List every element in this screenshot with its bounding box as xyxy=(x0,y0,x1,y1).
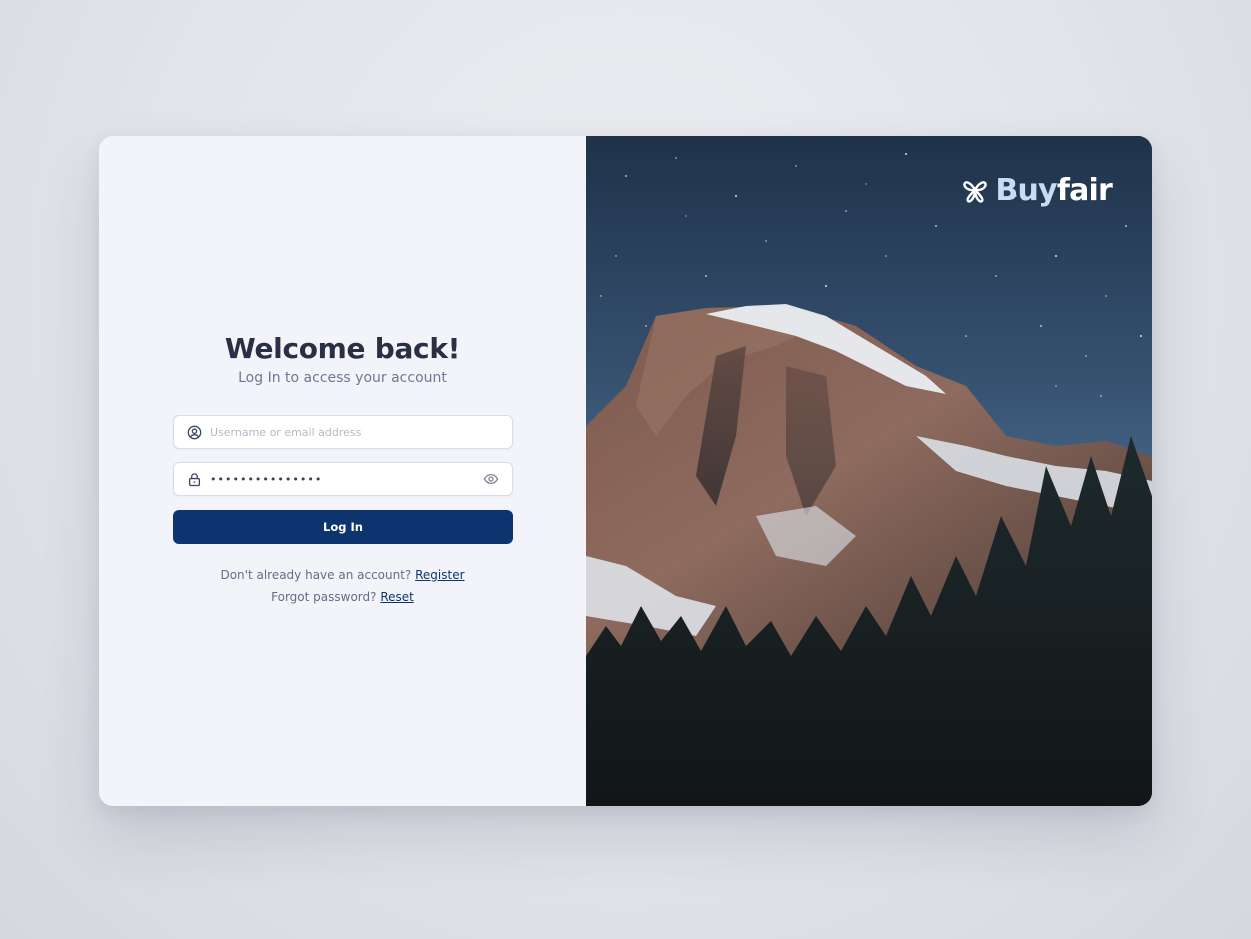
register-prompt: Don't already have an account? xyxy=(220,568,412,582)
user-circle-icon xyxy=(186,424,202,440)
register-row: Don't already have an account? Register xyxy=(99,568,586,582)
reset-prompt: Forgot password? xyxy=(271,590,377,604)
password-field[interactable] xyxy=(173,462,513,496)
username-input[interactable] xyxy=(210,416,512,448)
login-button[interactable]: Log In xyxy=(173,510,513,544)
brand-name-part2: fair xyxy=(1056,173,1113,208)
brand-name-part1: Buy xyxy=(995,173,1057,208)
register-link[interactable]: Register xyxy=(415,568,464,582)
brand-logo: Buyfair xyxy=(961,176,1113,206)
eye-icon[interactable] xyxy=(482,470,500,488)
login-card: Welcome back! Log In to access your acco… xyxy=(99,136,1152,806)
lock-icon xyxy=(186,471,202,487)
flower-knot-icon xyxy=(961,177,989,205)
reset-row: Forgot password? Reset xyxy=(99,590,586,604)
mountain-illustration xyxy=(586,136,1152,806)
page-title: Welcome back! xyxy=(224,332,461,365)
hero-image: Buyfair xyxy=(586,136,1152,806)
password-input[interactable] xyxy=(210,463,482,495)
username-field[interactable] xyxy=(173,415,513,449)
brand-name: Buyfair xyxy=(995,176,1112,206)
reset-link[interactable]: Reset xyxy=(380,590,414,604)
login-panel: Welcome back! Log In to access your acco… xyxy=(99,136,586,806)
page-subtitle: Log In to access your account xyxy=(238,370,447,386)
